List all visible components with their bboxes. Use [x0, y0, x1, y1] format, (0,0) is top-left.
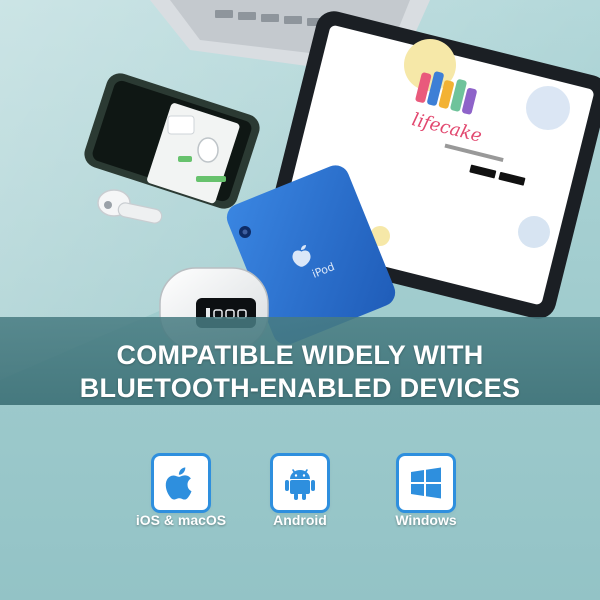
android-robot-icon [285, 469, 315, 500]
ios-macos-label: iOS & macOS [135, 512, 227, 528]
android-tile [273, 456, 327, 510]
apple-icon [165, 467, 192, 500]
android-label: Android [273, 512, 327, 528]
headline-line-2: BLUETOOTH-ENABLED DEVICES [79, 373, 521, 403]
ios-macos-tile [154, 456, 208, 510]
product-scene-illustration: lifecake iPod [0, 0, 600, 600]
windows-tile [399, 456, 453, 510]
product-banner: lifecake iPod COMPATIBLE WIDELY WITH BLU… [0, 0, 600, 600]
windows-label: Windows [395, 512, 457, 528]
headline-line-1: COMPATIBLE WIDELY WITH [116, 340, 484, 370]
windows-logo-icon [411, 467, 441, 499]
